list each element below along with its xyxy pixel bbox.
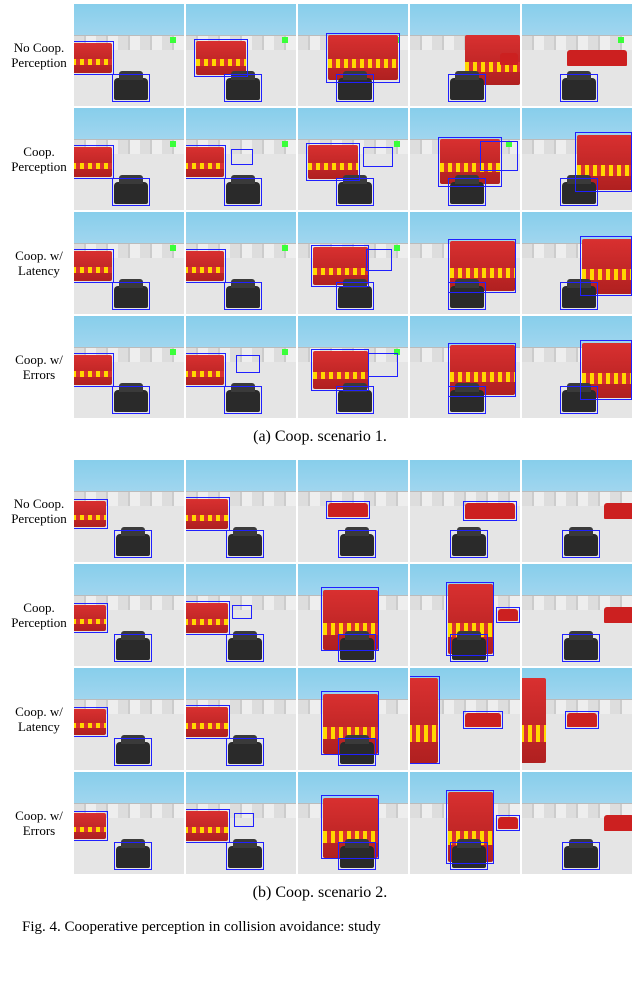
figure-container: No Coop.Perception Coop.Perception Coop.… (0, 0, 640, 942)
sim-frame (298, 316, 408, 418)
image-row (74, 564, 636, 666)
sim-frame (186, 108, 296, 210)
labels-column-b: No Coop.Perception Coop.Perception Coop.… (4, 460, 74, 876)
sim-frame (186, 316, 296, 418)
sim-frame (74, 668, 184, 770)
sim-frame (74, 772, 184, 874)
sim-frame (74, 460, 184, 562)
row-label: Coop. w/Latency (4, 212, 74, 316)
sim-frame (522, 108, 632, 210)
sim-frame (522, 564, 632, 666)
grid-area-a: No Coop.Perception Coop.Perception Coop.… (4, 4, 636, 420)
image-row (74, 772, 636, 874)
sim-frame (410, 564, 520, 666)
sim-frame (410, 772, 520, 874)
sim-frame (186, 460, 296, 562)
images-column-b (74, 460, 636, 876)
image-row (74, 460, 636, 562)
labels-column-a: No Coop.Perception Coop.Perception Coop.… (4, 4, 74, 420)
sim-frame (186, 772, 296, 874)
sim-frame (186, 212, 296, 314)
image-row (74, 212, 636, 314)
grid-area-b: No Coop.Perception Coop.Perception Coop.… (4, 460, 636, 876)
row-label: No Coop.Perception (4, 460, 74, 564)
sim-frame (410, 668, 520, 770)
sim-frame (298, 668, 408, 770)
row-label: Coop. w/Errors (4, 772, 74, 876)
row-label: Coop.Perception (4, 108, 74, 212)
row-label: Coop. w/Errors (4, 316, 74, 420)
sim-frame (410, 316, 520, 418)
sim-frame (298, 4, 408, 106)
sim-frame (522, 668, 632, 770)
sim-frame (410, 108, 520, 210)
row-label: No Coop.Perception (4, 4, 74, 108)
image-row (74, 4, 636, 106)
sim-frame (186, 668, 296, 770)
sim-frame (298, 772, 408, 874)
subcaption-b: (b) Coop. scenario 2. (4, 876, 636, 916)
image-row (74, 316, 636, 418)
sim-frame (74, 316, 184, 418)
sim-frame (186, 564, 296, 666)
sim-frame (522, 460, 632, 562)
row-label: Coop.Perception (4, 564, 74, 668)
sim-frame (410, 4, 520, 106)
sim-frame (298, 564, 408, 666)
sim-frame (522, 212, 632, 314)
sim-frame (74, 212, 184, 314)
images-column-a (74, 4, 636, 420)
figure-number: Fig. 4. (22, 919, 61, 935)
sim-frame (298, 108, 408, 210)
figure-caption-text: Cooperative perception in collision avoi… (65, 919, 381, 935)
sim-frame (410, 460, 520, 562)
sim-frame (522, 772, 632, 874)
sim-frame (522, 4, 632, 106)
figure-caption: Fig. 4. Cooperative perception in collis… (4, 916, 636, 938)
sim-frame (298, 212, 408, 314)
image-row (74, 108, 636, 210)
sim-frame (522, 316, 632, 418)
row-label: Coop. w/Latency (4, 668, 74, 772)
sim-frame (410, 212, 520, 314)
sim-frame (74, 108, 184, 210)
sim-frame (298, 460, 408, 562)
sim-frame (186, 4, 296, 106)
sim-frame (74, 4, 184, 106)
scenario-block-a: No Coop.Perception Coop.Perception Coop.… (4, 4, 636, 460)
scenario-block-b: No Coop.Perception Coop.Perception Coop.… (4, 460, 636, 916)
image-row (74, 668, 636, 770)
sim-frame (74, 564, 184, 666)
subcaption-a: (a) Coop. scenario 1. (4, 420, 636, 460)
